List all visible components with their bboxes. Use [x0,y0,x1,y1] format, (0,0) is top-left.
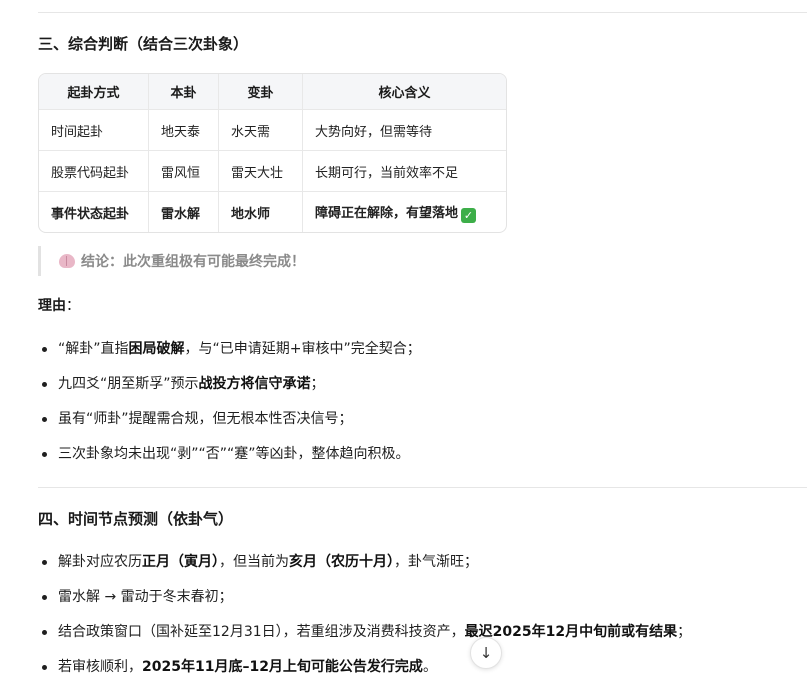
table-row: 股票代码起卦 雷风恒 雷天大壮 长期可行，当前效率不足 [39,150,506,192]
scroll-to-bottom-button[interactable]: ↓ [470,637,502,669]
table-cell: 股票代码起卦 [39,150,149,192]
section-4-heading: 四、时间节点预测（依卦气） [38,510,234,528]
table-cell: 大势向好，但需等待 [302,109,506,151]
top-divider [38,12,807,13]
timing-list: 解卦对应农历正月（寅月），但当前为亥月（农历十月），卦气渐旺； 雷水解 → 雷动… [38,551,691,691]
table-header-cell: 起卦方式 [39,74,149,110]
reason-label-colon: ： [66,298,80,314]
reason-label: 理由： [38,295,80,315]
table-row: 时间起卦 地天泰 水天需 大势向好，但需等待 [39,109,506,151]
list-item: 九四爻“朋至斯孚”预示战投方将信守承诺； [38,373,421,408]
hexagram-table: 起卦方式 本卦 变卦 核心含义 时间起卦 地天泰 水天需 大势向好，但需等待 股… [38,73,507,233]
table-header-cell: 本卦 [148,74,219,110]
table-row: 事件状态起卦 雷水解 地水师 障碍正在解除，有望落地 ✓ [39,191,507,233]
list-item: 若审核顺利，2025年11月底–12月上旬可能公告发行完成。 [38,656,691,691]
table-cell: 地天泰 [148,109,219,151]
list-item: 虽有“师卦”提醒需合规，但无根本性否决信号； [38,408,421,443]
list-item: 三次卦象均未出现“剥”“否”“蹇”等凶卦，整体趋向积极。 [38,443,421,478]
table-cell: 雷水解 [148,191,219,232]
list-item: 结合政策窗口（国补延至12月31日），若重组涉及消费科技资产，最迟2025年12… [38,621,691,656]
brain-icon [59,254,75,268]
table-cell-text: 障碍正在解除，有望落地 [315,205,459,221]
table-cell: 雷风恒 [148,150,219,192]
table-header-row: 起卦方式 本卦 变卦 核心含义 [39,74,506,110]
table-cell: 障碍正在解除，有望落地 ✓ [303,192,507,233]
list-item: 雷水解 → 雷动于冬末春初； [38,586,691,621]
arrow-down-icon: ↓ [479,644,493,662]
conclusion-quote: 结论：此次重组极有可能最终完成！ [38,246,305,276]
table-cell: 长期可行，当前效率不足 [302,150,506,192]
section-3-heading: 三、综合判断（结合三次卦象） [38,35,249,53]
section-divider [38,487,807,488]
reason-list: “解卦”直指困局破解，与“已申请延期+审核中”完全契合； 九四爻“朋至斯孚”预示… [38,338,421,478]
list-item: 解卦对应农历正月（寅月），但当前为亥月（农历十月），卦气渐旺； [38,551,691,586]
table-cell: 时间起卦 [39,109,149,151]
reason-label-text: 理由 [38,298,66,314]
table-cell: 雷天大壮 [218,150,303,192]
conclusion-text: 结论：此次重组极有可能最终完成！ [81,254,305,270]
table-cell: 事件状态起卦 [39,191,149,232]
table-header-cell: 变卦 [218,74,303,110]
list-item: “解卦”直指困局破解，与“已申请延期+审核中”完全契合； [38,338,421,373]
check-icon: ✓ [461,207,477,223]
table-cell: 水天需 [218,109,303,151]
table-cell: 地水师 [218,191,303,232]
table-header-cell: 核心含义 [302,74,506,110]
